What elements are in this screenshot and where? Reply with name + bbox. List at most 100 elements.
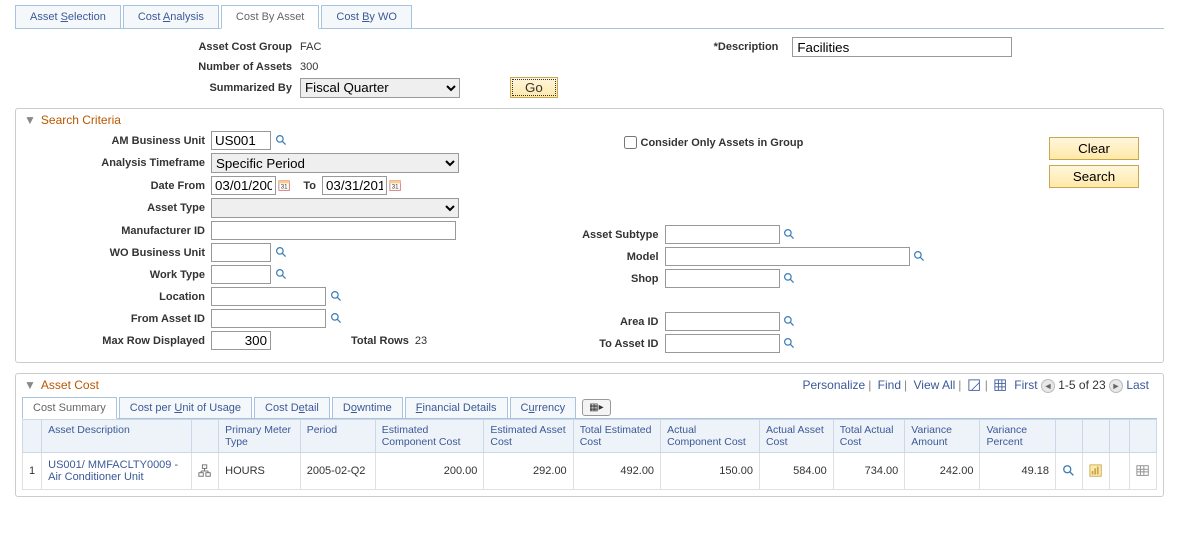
find-link[interactable]: Find [878,378,901,392]
col-variance-amount[interactable]: Variance Amount [905,419,980,452]
collapse-icon[interactable]: ▼ [24,378,36,392]
col-est-comp-cost[interactable]: Estimated Component Cost [375,419,484,452]
collapse-icon[interactable]: ▼ [24,113,36,127]
summarized-by-label: Summarized By [15,82,300,94]
asset-cost-grid: Asset Description Primary Meter Type Per… [22,419,1157,490]
spreadsheet-icon[interactable] [994,379,1008,393]
from-asset-lookup-icon[interactable] [329,312,343,326]
location-input[interactable] [211,287,326,306]
wo-bu-lookup-icon[interactable] [274,246,288,260]
personalize-link[interactable]: Personalize [803,378,866,392]
est-comp-cell: 200.00 [375,452,484,489]
col-period[interactable]: Period [300,419,375,452]
subtab-currency[interactable]: Currency [510,397,577,418]
subtab-financial-details[interactable]: Financial Details [405,397,508,418]
col-tot-act-cost[interactable]: Total Actual Cost [833,419,905,452]
date-from-calendar-icon[interactable]: 31 [278,179,292,193]
col-act-asset-cost[interactable]: Actual Asset Cost [759,419,833,452]
chart-icon[interactable] [1089,464,1103,478]
tab-cost-analysis[interactable]: Cost Analysis [123,5,219,28]
view-detail-icon[interactable] [1062,464,1076,478]
subtab-cost-summary[interactable]: Cost Summary [22,397,117,419]
area-lookup-icon[interactable] [783,315,797,329]
last-link[interactable]: Last [1126,378,1149,392]
subtab-cost-per-unit[interactable]: Cost per Unit of Usage [119,397,252,418]
manufacturer-label: Manufacturer ID [16,225,211,237]
col-act-comp-cost[interactable]: Actual Component Cost [661,419,760,452]
svg-text:31: 31 [392,183,399,190]
total-rows-label: Total Rows [351,335,409,347]
tab-cost-by-wo[interactable]: Cost By WO [321,5,412,28]
col-hierarchy-icon[interactable] [192,419,219,452]
view-all-link[interactable]: View All [913,378,955,392]
from-asset-input[interactable] [211,309,326,328]
top-tab-strip: Asset Selection Cost Analysis Cost By As… [15,5,1164,29]
prev-icon[interactable]: ◄ [1041,379,1055,393]
shop-input[interactable] [665,269,780,288]
max-row-input[interactable] [211,331,271,350]
wo-bu-input[interactable] [211,243,271,262]
tab-cost-by-asset[interactable]: Cost By Asset [221,5,319,29]
col-primary-meter-type[interactable]: Primary Meter Type [219,419,301,452]
col-tot-est-cost[interactable]: Total Estimated Cost [573,419,660,452]
work-type-lookup-icon[interactable] [274,268,288,282]
to-asset-lookup-icon[interactable] [783,337,797,351]
asset-subtype-input[interactable] [665,225,780,244]
range-text: 1-5 of 23 [1058,378,1105,392]
consider-only-checkbox[interactable] [624,136,637,149]
go-button[interactable]: Go [510,77,558,98]
zoom-icon[interactable] [968,379,982,393]
svg-text:31: 31 [281,183,288,190]
asset-cost-group-value: FAC [300,41,321,53]
shop-lookup-icon[interactable] [783,272,797,286]
location-label: Location [16,291,211,303]
act-asset-cell: 584.00 [759,452,833,489]
search-criteria-section: ▼ Search Criteria AM Business Unit Analy… [15,108,1164,363]
analysis-tf-select[interactable]: Specific Period [211,153,459,173]
grid-icon[interactable] [1136,464,1150,478]
to-asset-input[interactable] [665,334,780,353]
subtab-cost-detail[interactable]: Cost Detail [254,397,330,418]
date-to-label: To [302,180,322,192]
next-icon[interactable]: ► [1109,379,1123,393]
clear-button[interactable]: Clear [1049,137,1139,160]
model-input[interactable] [665,247,910,266]
date-from-input[interactable] [211,176,276,195]
description-label: *Description [501,41,786,53]
tot-est-cell: 492.00 [573,452,660,489]
hierarchy-icon[interactable] [198,464,212,478]
asset-cost-subtabs: Cost Summary Cost per Unit of Usage Cost… [22,397,1157,419]
am-bu-label: AM Business Unit [16,135,211,147]
area-input[interactable] [665,312,780,331]
col-variance-percent[interactable]: Variance Percent [980,419,1056,452]
summarized-by-select[interactable]: Fiscal Quarter [300,78,460,98]
date-to-calendar-icon[interactable]: 31 [389,179,403,193]
model-lookup-icon[interactable] [913,250,927,264]
description-input[interactable] [792,37,1012,57]
col-asset-description[interactable]: Asset Description [42,419,192,452]
asset-cost-title: Asset Cost [41,378,99,392]
meter-type-cell: HOURS [219,452,301,489]
search-button[interactable]: Search [1049,165,1139,188]
max-row-label: Max Row Displayed [16,335,211,347]
var-pct-cell: 49.18 [980,452,1056,489]
asset-description-link[interactable]: US001/ MMFACLTY0009 - Air Conditioner Un… [48,459,178,483]
work-type-input[interactable] [211,265,271,284]
subtab-downtime[interactable]: Downtime [332,397,403,418]
date-from-label: Date From [16,180,211,192]
am-bu-lookup-icon[interactable] [274,134,288,148]
col-rownum[interactable] [23,419,42,452]
show-all-columns-icon[interactable]: ▦▸ [582,399,610,416]
number-of-assets-label: Number of Assets [15,61,300,73]
asset-subtype-lookup-icon[interactable] [783,228,797,242]
col-est-asset-cost[interactable]: Estimated Asset Cost [484,419,573,452]
date-to-input[interactable] [322,176,387,195]
wo-bu-label: WO Business Unit [16,247,211,259]
tot-act-cell: 734.00 [833,452,905,489]
tab-asset-selection[interactable]: Asset Selection [15,5,121,28]
manufacturer-input[interactable] [211,221,456,240]
asset-type-select[interactable] [211,198,459,218]
am-bu-input[interactable] [211,131,271,150]
first-link[interactable]: First [1014,378,1037,392]
location-lookup-icon[interactable] [329,290,343,304]
